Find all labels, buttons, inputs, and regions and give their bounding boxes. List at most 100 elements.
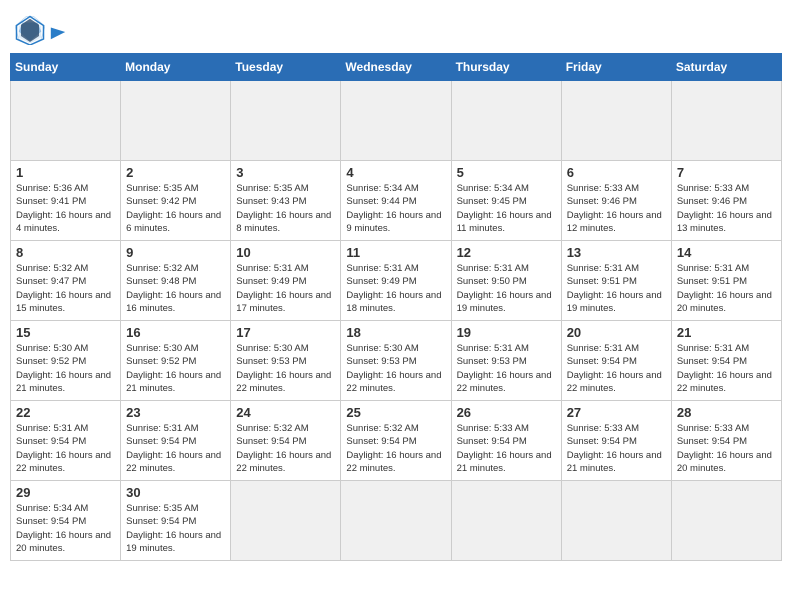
day-number: 20	[567, 325, 666, 340]
day-info: Sunrise: 5:33 AMSunset: 9:46 PMDaylight:…	[677, 182, 776, 235]
calendar-cell: 27 Sunrise: 5:33 AMSunset: 9:54 PMDayligh…	[561, 401, 671, 481]
calendar-cell: 11 Sunrise: 5:31 AMSunset: 9:49 PMDayligh…	[341, 241, 451, 321]
day-info: Sunrise: 5:33 AMSunset: 9:54 PMDaylight:…	[567, 422, 666, 475]
day-number: 23	[126, 405, 225, 420]
day-info: Sunrise: 5:33 AMSunset: 9:54 PMDaylight:…	[457, 422, 556, 475]
calendar-header-friday: Friday	[561, 54, 671, 81]
calendar-cell	[231, 81, 341, 161]
day-number: 4	[346, 165, 445, 180]
calendar-cell: 8 Sunrise: 5:32 AMSunset: 9:47 PMDaylight…	[11, 241, 121, 321]
day-number: 15	[16, 325, 115, 340]
day-info: Sunrise: 5:31 AMSunset: 9:53 PMDaylight:…	[457, 342, 556, 395]
calendar-cell	[561, 481, 671, 561]
calendar-cell: 30Sunrise: 5:35 AMSunset: 9:54 PMDayligh…	[121, 481, 231, 561]
day-info: Sunrise: 5:31 AMSunset: 9:49 PMDaylight:…	[346, 262, 445, 315]
day-number: 28	[677, 405, 776, 420]
calendar-cell: 26 Sunrise: 5:33 AMSunset: 9:54 PMDayligh…	[451, 401, 561, 481]
day-number: 2	[126, 165, 225, 180]
day-info: Sunrise: 5:31 AMSunset: 9:51 PMDaylight:…	[677, 262, 776, 315]
day-number: 7	[677, 165, 776, 180]
logo-icon	[15, 15, 45, 45]
calendar-cell: 17 Sunrise: 5:30 AMSunset: 9:53 PMDayligh…	[231, 321, 341, 401]
day-info: Sunrise: 5:35 AMSunset: 9:43 PMDaylight:…	[236, 182, 335, 235]
calendar-cell: 24Sunrise: 5:32 AMSunset: 9:54 PMDayligh…	[231, 401, 341, 481]
calendar-cell: 9Sunrise: 5:32 AMSunset: 9:48 PMDaylight…	[121, 241, 231, 321]
calendar-cell: 5Sunrise: 5:34 AMSunset: 9:45 PMDaylight…	[451, 161, 561, 241]
day-number: 27	[567, 405, 666, 420]
calendar-cell: 6Sunrise: 5:33 AMSunset: 9:46 PMDaylight…	[561, 161, 671, 241]
day-info: Sunrise: 5:32 AMSunset: 9:48 PMDaylight:…	[126, 262, 225, 315]
calendar-cell: 1 Sunrise: 5:36 AMSunset: 9:41 PMDaylight…	[11, 161, 121, 241]
header	[10, 10, 782, 45]
day-info: Sunrise: 5:30 AMSunset: 9:53 PMDaylight:…	[236, 342, 335, 395]
calendar-cell: 7 Sunrise: 5:33 AMSunset: 9:46 PMDaylight…	[671, 161, 781, 241]
calendar-cell: 14 Sunrise: 5:31 AMSunset: 9:51 PMDayligh…	[671, 241, 781, 321]
day-info: Sunrise: 5:35 AMSunset: 9:42 PMDaylight:…	[126, 182, 225, 235]
day-number: 19	[457, 325, 556, 340]
day-number: 8	[16, 245, 115, 260]
day-info: Sunrise: 5:36 AMSunset: 9:41 PMDaylight:…	[16, 182, 115, 235]
day-info: Sunrise: 5:33 AMSunset: 9:46 PMDaylight:…	[567, 182, 666, 235]
calendar-header-tuesday: Tuesday	[231, 54, 341, 81]
day-number: 3	[236, 165, 335, 180]
calendar-cell: 20 Sunrise: 5:31 AMSunset: 9:54 PMDayligh…	[561, 321, 671, 401]
day-number: 14	[677, 245, 776, 260]
calendar-cell	[451, 81, 561, 161]
calendar-cell: 16Sunrise: 5:30 AMSunset: 9:52 PMDayligh…	[121, 321, 231, 401]
day-number: 13	[567, 245, 666, 260]
day-number: 26	[457, 405, 556, 420]
calendar-cell: 18 Sunrise: 5:30 AMSunset: 9:53 PMDayligh…	[341, 321, 451, 401]
calendar-week-row: 8 Sunrise: 5:32 AMSunset: 9:47 PMDaylight…	[11, 241, 782, 321]
day-number: 5	[457, 165, 556, 180]
calendar-cell	[561, 81, 671, 161]
calendar-header-wednesday: Wednesday	[341, 54, 451, 81]
calendar-header-thursday: Thursday	[451, 54, 561, 81]
calendar-cell: 15Sunrise: 5:30 AMSunset: 9:52 PMDayligh…	[11, 321, 121, 401]
day-number: 22	[16, 405, 115, 420]
day-info: Sunrise: 5:34 AMSunset: 9:54 PMDaylight:…	[16, 502, 115, 555]
day-number: 18	[346, 325, 445, 340]
calendar-cell	[341, 81, 451, 161]
day-info: Sunrise: 5:32 AMSunset: 9:47 PMDaylight:…	[16, 262, 115, 315]
calendar-cell: 19 Sunrise: 5:31 AMSunset: 9:53 PMDayligh…	[451, 321, 561, 401]
calendar-cell: 12Sunrise: 5:31 AMSunset: 9:50 PMDayligh…	[451, 241, 561, 321]
day-number: 17	[236, 325, 335, 340]
calendar-week-row	[11, 81, 782, 161]
calendar-cell	[671, 481, 781, 561]
day-info: Sunrise: 5:31 AMSunset: 9:54 PMDaylight:…	[677, 342, 776, 395]
calendar-week-row: 29Sunrise: 5:34 AMSunset: 9:54 PMDayligh…	[11, 481, 782, 561]
calendar-cell: 21Sunrise: 5:31 AMSunset: 9:54 PMDayligh…	[671, 321, 781, 401]
day-info: Sunrise: 5:31 AMSunset: 9:49 PMDaylight:…	[236, 262, 335, 315]
day-info: Sunrise: 5:34 AMSunset: 9:44 PMDaylight:…	[346, 182, 445, 235]
logo-arrow-icon	[49, 23, 67, 41]
day-number: 1	[16, 165, 115, 180]
day-number: 11	[346, 245, 445, 260]
day-info: Sunrise: 5:30 AMSunset: 9:52 PMDaylight:…	[126, 342, 225, 395]
calendar-cell	[231, 481, 341, 561]
day-info: Sunrise: 5:32 AMSunset: 9:54 PMDaylight:…	[346, 422, 445, 475]
calendar-header-saturday: Saturday	[671, 54, 781, 81]
calendar-cell	[451, 481, 561, 561]
day-info: Sunrise: 5:31 AMSunset: 9:54 PMDaylight:…	[567, 342, 666, 395]
calendar-cell: 29Sunrise: 5:34 AMSunset: 9:54 PMDayligh…	[11, 481, 121, 561]
calendar-cell	[121, 81, 231, 161]
calendar-cell	[341, 481, 451, 561]
day-info: Sunrise: 5:31 AMSunset: 9:54 PMDaylight:…	[16, 422, 115, 475]
day-info: Sunrise: 5:31 AMSunset: 9:51 PMDaylight:…	[567, 262, 666, 315]
day-number: 25	[346, 405, 445, 420]
calendar-cell: 10Sunrise: 5:31 AMSunset: 9:49 PMDayligh…	[231, 241, 341, 321]
calendar-header-sunday: Sunday	[11, 54, 121, 81]
calendar-week-row: 15 Sunrise: 5:30 AMSunset: 9:52 PMDayligh…	[11, 321, 782, 401]
calendar-cell: 22 Sunrise: 5:31 AMSunset: 9:54 PMDayligh…	[11, 401, 121, 481]
calendar-table: SundayMondayTuesdayWednesdayThursdayFrid…	[10, 53, 782, 561]
day-info: Sunrise: 5:33 AMSunset: 9:54 PMDaylight:…	[677, 422, 776, 475]
calendar-cell	[11, 81, 121, 161]
day-number: 30	[126, 485, 225, 500]
calendar-header-row: SundayMondayTuesdayWednesdayThursdayFrid…	[11, 54, 782, 81]
day-info: Sunrise: 5:30 AMSunset: 9:53 PMDaylight:…	[346, 342, 445, 395]
day-info: Sunrise: 5:31 AMSunset: 9:54 PMDaylight:…	[126, 422, 225, 475]
calendar-cell: 4 Sunrise: 5:34 AMSunset: 9:44 PMDaylight…	[341, 161, 451, 241]
calendar-header-monday: Monday	[121, 54, 231, 81]
calendar-cell: 13 Sunrise: 5:31 AMSunset: 9:51 PMDayligh…	[561, 241, 671, 321]
calendar-cell: 25 Sunrise: 5:32 AMSunset: 9:54 PMDayligh…	[341, 401, 451, 481]
